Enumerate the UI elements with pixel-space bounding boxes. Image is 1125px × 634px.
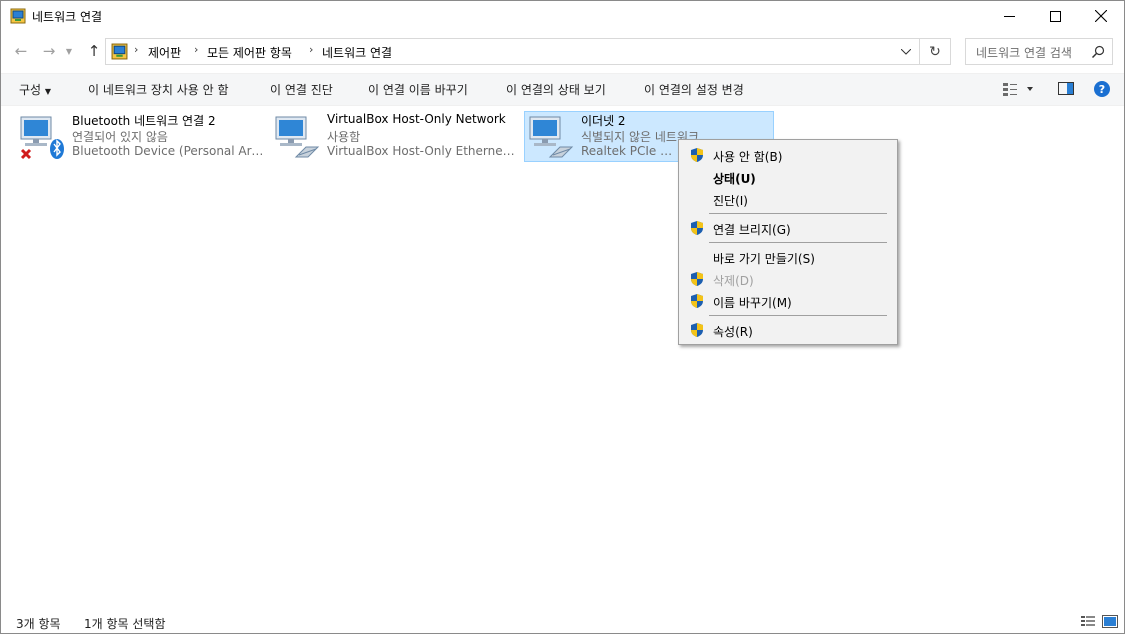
up-arrow-icon: ↑ xyxy=(87,42,101,60)
title-bar: 네트워크 연결 xyxy=(1,1,1124,31)
item-count: 3개 항목 xyxy=(16,617,61,631)
window-title: 네트워크 연결 xyxy=(32,10,103,24)
diagnose-button[interactable]: 이 연결 진단 xyxy=(270,81,333,98)
view-status-button[interactable]: 이 연결의 상태 보기 xyxy=(506,81,606,98)
menu-item-label: 속성(R) xyxy=(713,325,753,339)
item-device: VirtualBox Host-Only Ethernet A... xyxy=(327,144,519,158)
command-bar: 구성 ▼ 이 네트워크 장치 사용 안 함 이 연결 진단 이 연결 이름 바꾸… xyxy=(1,73,1124,106)
help-icon: ? xyxy=(1094,81,1110,97)
minimize-button[interactable] xyxy=(986,1,1032,31)
network-adapter-icon xyxy=(275,116,320,158)
chevron-down-icon: ▼ xyxy=(44,87,52,96)
selection-count: 1개 항목 선택함 xyxy=(84,617,166,631)
menu-item-status[interactable]: 상태(U) xyxy=(679,166,897,188)
details-view-icon[interactable] xyxy=(1080,615,1096,629)
menu-item-create-shortcut[interactable]: 바로 가기 만들기(S) xyxy=(679,246,897,268)
uac-shield-icon xyxy=(691,221,703,235)
forward-arrow-icon: → xyxy=(42,42,56,60)
recent-locations-button[interactable]: ▼ xyxy=(62,39,76,63)
menu-item-label: 연결 브리지(G) xyxy=(713,223,791,237)
change-settings-button[interactable]: 이 연결의 설정 변경 xyxy=(644,81,744,98)
uac-shield-icon xyxy=(691,272,703,286)
network-item-virtualbox[interactable]: VirtualBox Host-Only Network 사용함 Virtual… xyxy=(270,111,520,162)
uac-shield-icon xyxy=(691,148,703,162)
breadcrumb-item[interactable]: 모든 제어판 항목 xyxy=(207,44,292,61)
uac-shield-icon xyxy=(691,323,703,337)
maximize-button[interactable] xyxy=(1032,1,1078,31)
menu-item-rename[interactable]: 이름 바꾸기(M) xyxy=(679,290,897,312)
network-item-bluetooth[interactable]: Bluetooth 네트워크 연결 2 연결되어 있지 않음 Bluetooth… xyxy=(15,111,265,162)
view-options-icon xyxy=(1003,83,1033,96)
address-history-button[interactable] xyxy=(896,42,916,61)
window: 네트워크 연결 ← → ▼ ↑ › 제어판 › 모든 제어판 항목 › 네트워크… xyxy=(0,0,1125,634)
menu-item-label: 삭제(D) xyxy=(713,274,754,288)
chevron-down-icon: ▼ xyxy=(65,46,73,56)
disable-device-button[interactable]: 이 네트워크 장치 사용 안 함 xyxy=(88,81,229,98)
close-button[interactable] xyxy=(1078,1,1124,31)
item-device: Bluetooth Device (Personal Area ... xyxy=(72,144,264,158)
item-name: Bluetooth 네트워크 연결 2 xyxy=(72,114,216,128)
status-bar: 3개 항목 1개 항목 선택함 xyxy=(1,611,1124,633)
breadcrumb-separator-icon: › xyxy=(134,43,139,56)
menu-item-delete[interactable]: 삭제(D) xyxy=(679,268,897,290)
breadcrumb-separator-icon: › xyxy=(309,43,314,56)
context-menu: 사용 안 함(B) 상태(U) 진단(I) 연결 브리지(G) 바로 가기 만들… xyxy=(678,139,898,345)
close-icon xyxy=(1095,10,1107,22)
organize-label: 구성 xyxy=(19,83,42,97)
menu-separator xyxy=(709,242,887,243)
item-name: VirtualBox Host-Only Network xyxy=(327,112,506,126)
menu-separator xyxy=(709,315,887,316)
menu-item-label: 사용 안 함(B) xyxy=(713,150,783,164)
breadcrumb-item[interactable]: 네트워크 연결 xyxy=(322,44,392,61)
large-icons-view-icon[interactable] xyxy=(1102,615,1118,629)
back-arrow-icon: ← xyxy=(14,42,28,60)
search-input[interactable]: 네트워크 연결 검색 xyxy=(976,44,1072,61)
breadcrumb-separator-icon: › xyxy=(194,43,199,56)
item-status: 사용함 xyxy=(327,130,361,144)
chevron-down-icon xyxy=(901,48,911,55)
search-icon xyxy=(1091,45,1105,59)
svg-text:?: ? xyxy=(1099,83,1105,96)
network-adapter-icon xyxy=(529,116,574,158)
network-adapter-disconnected-icon xyxy=(20,116,64,160)
menu-item-label: 상태(U) xyxy=(713,172,756,186)
menu-item-label: 바로 가기 만들기(S) xyxy=(713,252,815,266)
back-button[interactable]: ← xyxy=(10,39,32,63)
preview-pane-button[interactable] xyxy=(1058,82,1074,99)
refresh-icon: ↻ xyxy=(929,43,941,60)
menu-item-label: 진단(I) xyxy=(713,194,748,208)
search-box[interactable]: 네트워크 연결 검색 xyxy=(965,38,1113,65)
organize-menu-button[interactable]: 구성 ▼ xyxy=(19,81,51,98)
menu-item-diagnose[interactable]: 진단(I) xyxy=(679,188,897,210)
rename-button[interactable]: 이 연결 이름 바꾸기 xyxy=(368,81,468,98)
help-button[interactable]: ? xyxy=(1094,81,1110,100)
menu-item-bridge[interactable]: 연결 브리지(G) xyxy=(679,217,897,239)
refresh-button[interactable]: ↻ xyxy=(919,39,950,64)
address-bar[interactable]: › 제어판 › 모든 제어판 항목 › 네트워크 연결 ↻ xyxy=(105,38,951,65)
breadcrumb-item[interactable]: 제어판 xyxy=(148,44,181,61)
item-status: 연결되어 있지 않음 xyxy=(72,130,168,144)
item-name: 이더넷 2 xyxy=(581,114,626,128)
network-connections-icon xyxy=(10,8,26,24)
up-button[interactable]: ↑ xyxy=(83,39,105,63)
item-device: Realtek PCIe GbE F xyxy=(581,144,677,158)
control-panel-icon xyxy=(111,43,128,60)
menu-item-disable[interactable]: 사용 안 함(B) xyxy=(679,144,897,166)
menu-item-label: 이름 바꾸기(M) xyxy=(713,296,792,310)
change-view-button[interactable] xyxy=(1002,82,1034,99)
maximize-icon xyxy=(1049,10,1061,22)
menu-separator xyxy=(709,213,887,214)
preview-pane-icon xyxy=(1058,82,1074,95)
minimize-icon xyxy=(1003,15,1015,17)
menu-item-properties[interactable]: 속성(R) xyxy=(679,319,897,341)
uac-shield-icon xyxy=(691,294,703,308)
forward-button[interactable]: → xyxy=(38,39,60,63)
